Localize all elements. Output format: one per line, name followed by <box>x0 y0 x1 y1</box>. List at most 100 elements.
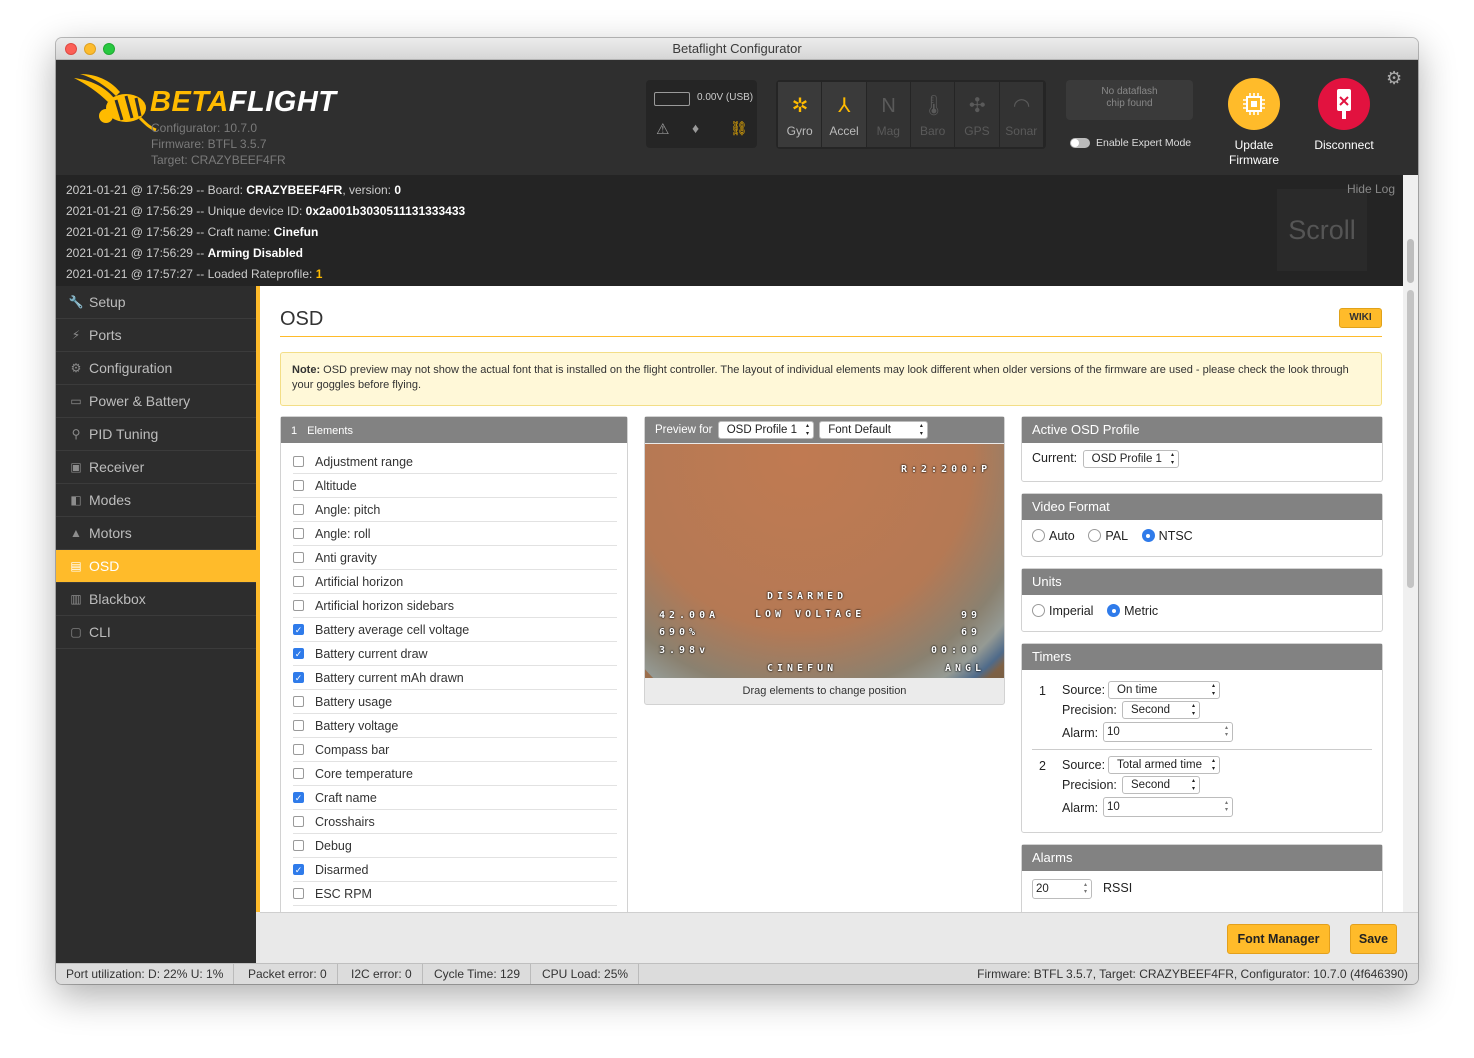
sidebar-item-ports[interactable]: ⚡ Ports <box>56 319 256 352</box>
osd-element-checkbox[interactable] <box>293 888 304 899</box>
page-title: OSD <box>280 308 324 330</box>
update-firmware-button[interactable] <box>1228 78 1280 130</box>
disconnect-button[interactable] <box>1318 78 1370 130</box>
timer-1-source-select[interactable]: On time <box>1108 681 1220 699</box>
units-imperial-radio[interactable] <box>1032 604 1045 618</box>
timer-1-alarm-input[interactable]: 10 <box>1103 722 1233 742</box>
toggle-switch[interactable] <box>1070 138 1090 149</box>
sidebar-item-configuration[interactable]: ⚙ Configuration <box>56 352 256 385</box>
osd-element-row[interactable]: Artificial horizon <box>293 570 617 594</box>
osd-element-checkbox[interactable] <box>293 552 304 563</box>
osd-cell-voltage-element[interactable]: 3.98v <box>659 645 709 656</box>
osd-element-row[interactable]: Adjustment range <box>293 450 617 474</box>
video-format-ntsc-radio[interactable] <box>1141 529 1155 543</box>
sidebar-item-pid-tuning[interactable]: ⚲ PID Tuning <box>56 418 256 451</box>
osd-element-row[interactable]: Altitude <box>293 474 617 498</box>
sidebar-item-receiver[interactable]: ▣ Receiver <box>56 451 256 484</box>
osd-value-element[interactable]: 69 <box>961 627 981 638</box>
sidebar-item-cli[interactable]: ▢ CLI <box>56 616 256 649</box>
close-window-button[interactable] <box>65 43 77 55</box>
timer-2-precision-select[interactable]: Second <box>1122 776 1200 794</box>
osd-element-row[interactable]: Angle: roll <box>293 522 617 546</box>
osd-element-row[interactable]: Battery usage <box>293 690 617 714</box>
osd-element-row[interactable]: Compass bar <box>293 738 617 762</box>
osd-element-checkbox[interactable] <box>293 456 304 467</box>
osd-element-checkbox[interactable] <box>293 504 304 515</box>
disconnect-label[interactable]: Disconnect <box>1306 138 1382 153</box>
timers-panel: Timers 1 Source: On time Precision: Seco… <box>1021 643 1383 833</box>
osd-element-row[interactable]: ✓ Battery current draw <box>293 642 617 666</box>
maximize-window-button[interactable] <box>103 43 115 55</box>
sidebar-item-modes[interactable]: ◧ Modes <box>56 484 256 517</box>
osd-element-row[interactable]: Core temperature <box>293 762 617 786</box>
osd-element-checkbox[interactable] <box>293 720 304 731</box>
osd-element-row[interactable]: Anti gravity <box>293 546 617 570</box>
osd-element-row[interactable]: Angle: pitch <box>293 498 617 522</box>
osd-low-voltage-element[interactable]: LOW VOLTAGE <box>755 609 865 620</box>
timer-1-precision-select[interactable]: Second <box>1122 701 1200 719</box>
osd-element-row[interactable]: ESC RPM <box>293 882 617 906</box>
font-select[interactable]: Font Default <box>819 421 928 439</box>
osd-element-row[interactable]: ✓ Craft name <box>293 786 617 810</box>
osd-element-checkbox[interactable] <box>293 480 304 491</box>
osd-current-element[interactable]: 42.00A <box>659 610 719 621</box>
osd-craft-name-element[interactable]: CINEFUN <box>767 663 837 674</box>
sidebar-item-osd[interactable]: ▤ OSD <box>56 550 256 583</box>
osd-element-checkbox[interactable] <box>293 768 304 779</box>
active-profile-row: Current: OSD Profile 1 <box>1022 443 1382 475</box>
sidebar-item-motors[interactable]: ▲ Motors <box>56 517 256 550</box>
expert-mode-toggle[interactable]: Enable Expert Mode <box>1070 137 1191 149</box>
osd-preview-image[interactable]: R:2:200:P DISARMED LOW VOLTAGE 42.00A 69… <box>645 444 1004 678</box>
timer-2-alarm-input[interactable]: 10 <box>1103 797 1233 817</box>
osd-element-checkbox[interactable] <box>293 528 304 539</box>
video-format-auto-radio[interactable] <box>1032 529 1045 543</box>
osd-element-checkbox[interactable] <box>293 744 304 755</box>
active-profile-select[interactable]: OSD Profile 1 <box>1082 450 1179 468</box>
osd-element-checkbox[interactable]: ✓ <box>293 648 304 659</box>
osd-rssi-element[interactable]: R:2:200:P <box>901 464 991 475</box>
osd-element-checkbox[interactable]: ✓ <box>293 792 304 803</box>
units-metric-radio[interactable] <box>1107 604 1121 618</box>
osd-element-checkbox[interactable]: ✓ <box>293 624 304 635</box>
osd-disarmed-element[interactable]: DISARMED <box>767 591 847 602</box>
sidebar-item-blackbox[interactable]: ▥ Blackbox <box>56 583 256 616</box>
video-format-options: Auto PAL NTSC <box>1022 520 1382 550</box>
osd-element-row[interactable]: Artificial horizon sidebars <box>293 594 617 618</box>
osd-mode-element[interactable]: ANGL <box>945 663 985 674</box>
log-line: 2021-01-21 @ 17:56:29 -- Board: CRAZYBEE… <box>66 183 402 197</box>
preview-profile-select[interactable]: OSD Profile 1 <box>717 421 815 439</box>
settings-gear-icon[interactable]: ⚙ <box>1386 68 1402 89</box>
content-scrollbar[interactable] <box>1403 286 1418 912</box>
osd-element-row[interactable]: Debug <box>293 834 617 858</box>
sidebar-item-power-battery[interactable]: ▭ Power & Battery <box>56 385 256 418</box>
osd-element-checkbox[interactable] <box>293 840 304 851</box>
osd-icon: ▤ <box>70 559 82 573</box>
osd-rssi-value-element[interactable]: 99 <box>961 610 981 621</box>
osd-element-row[interactable]: ✓ Battery current mAh drawn <box>293 666 617 690</box>
osd-element-row[interactable]: Crosshairs <box>293 810 617 834</box>
preview-hint: Drag elements to change position <box>742 685 907 697</box>
osd-element-row[interactable]: ✓ Battery average cell voltage <box>293 618 617 642</box>
timer-2-source-select[interactable]: Total armed time <box>1108 756 1220 774</box>
osd-element-row[interactable]: Battery voltage <box>293 714 617 738</box>
minimize-window-button[interactable] <box>84 43 96 55</box>
sidebar-item-setup[interactable]: 🔧 Setup <box>56 286 256 319</box>
osd-mah-element[interactable]: 690% <box>659 627 699 638</box>
update-firmware-label[interactable]: Update Firmware <box>1221 138 1287 168</box>
osd-timer-element[interactable]: 00:00 <box>931 645 981 656</box>
osd-element-checkbox[interactable] <box>293 600 304 611</box>
log-scrollbar[interactable] <box>1403 175 1418 286</box>
font-manager-button[interactable]: Font Manager <box>1227 924 1330 954</box>
save-button[interactable]: Save <box>1350 924 1397 954</box>
osd-element-checkbox[interactable] <box>293 816 304 827</box>
osd-element-checkbox[interactable] <box>293 696 304 707</box>
osd-element-checkbox[interactable]: ✓ <box>293 864 304 875</box>
osd-element-label: Battery current mAh drawn <box>315 670 464 685</box>
osd-element-row[interactable]: ✓ Disarmed <box>293 858 617 882</box>
osd-element-checkbox[interactable] <box>293 576 304 587</box>
hide-log-link[interactable]: Hide Log <box>1347 179 1395 200</box>
wiki-button[interactable]: WIKI <box>1339 308 1382 328</box>
alarm-rssi-input[interactable]: 20 <box>1032 879 1092 899</box>
video-format-pal-radio[interactable] <box>1088 529 1102 543</box>
osd-element-checkbox[interactable]: ✓ <box>293 672 304 683</box>
